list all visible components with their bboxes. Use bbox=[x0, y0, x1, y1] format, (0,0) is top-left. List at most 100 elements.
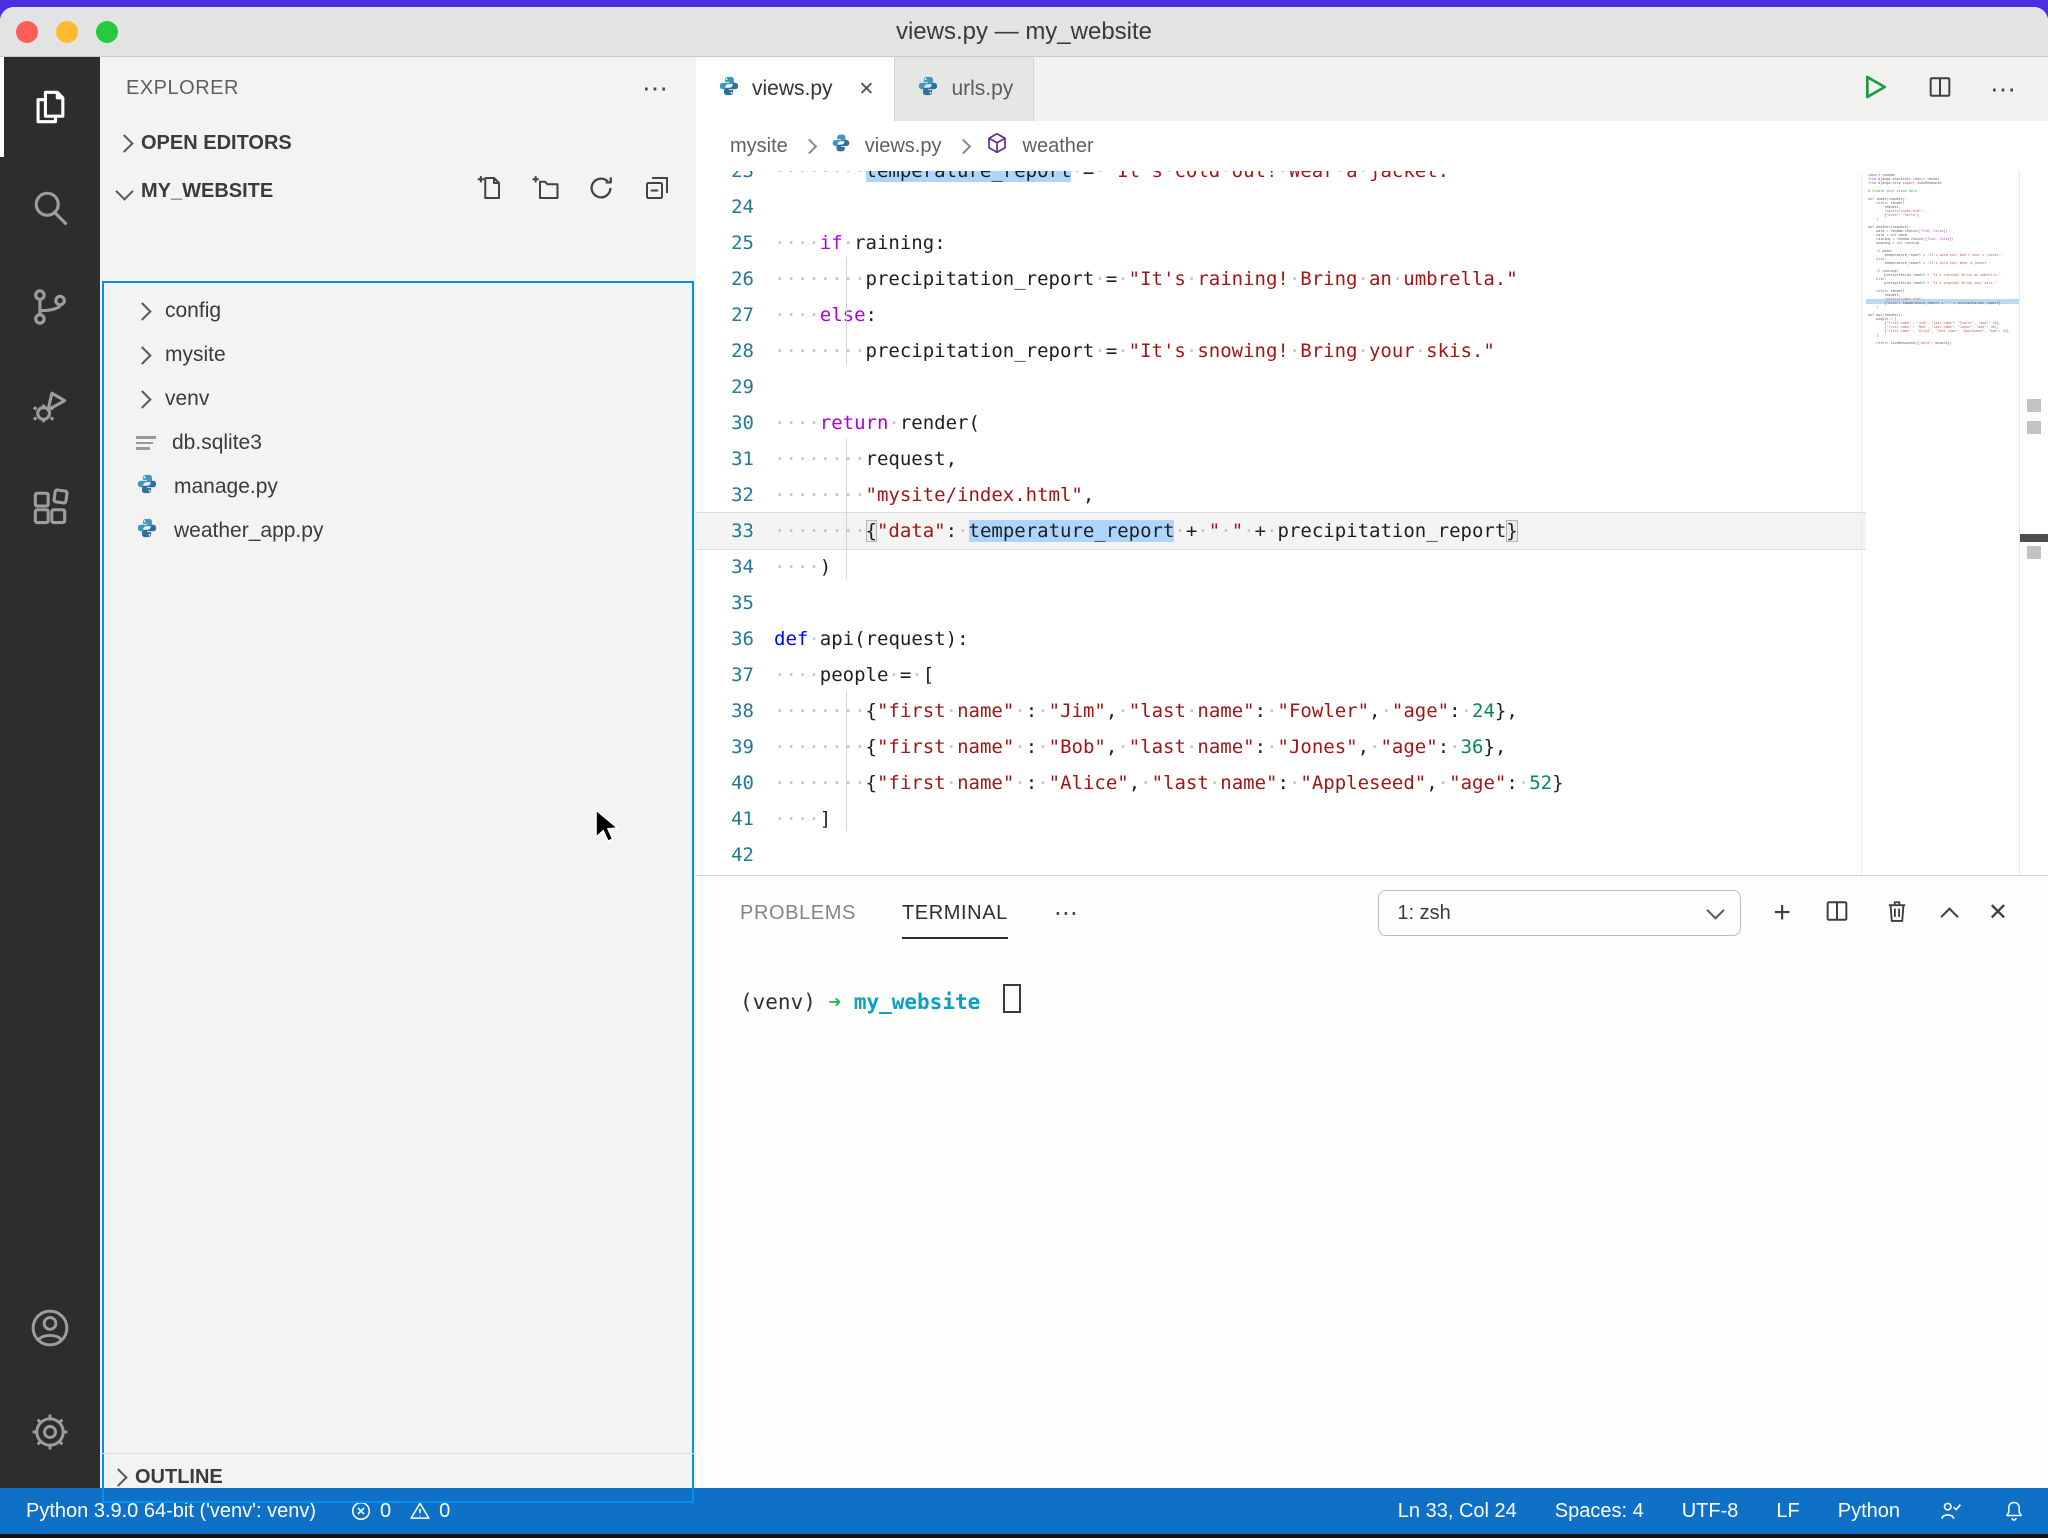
encoding-status[interactable]: UTF-8 bbox=[1682, 1500, 1739, 1523]
activity-extensions-button[interactable] bbox=[0, 457, 100, 557]
code-line-26[interactable]: 26········precipitation_report·=·"It's·r… bbox=[696, 261, 1866, 297]
explorer-more-actions-button[interactable]: ⋯ bbox=[642, 73, 670, 104]
indent-guide bbox=[846, 257, 847, 365]
new-file-button[interactable] bbox=[474, 173, 504, 209]
code-line-29[interactable]: 29 bbox=[696, 369, 1866, 405]
code-line-36[interactable]: 36def·api(request): bbox=[696, 621, 1866, 657]
chevron-down-icon bbox=[115, 182, 133, 200]
chevron-right-icon bbox=[133, 346, 151, 364]
file-icon bbox=[136, 436, 156, 450]
maximize-panel-button[interactable] bbox=[1940, 907, 1958, 925]
minimap[interactable]: import randomfrom django.shortcuts impor… bbox=[1861, 173, 2014, 875]
terminal-output[interactable]: (venv) ➜ my_website bbox=[696, 950, 2048, 1017]
tree-item-config[interactable]: config bbox=[104, 289, 692, 333]
code-line-23[interactable]: 23········temperature_report·=·"It's·col… bbox=[696, 171, 1866, 189]
tree-item-db-sqlite3[interactable]: db.sqlite3 bbox=[104, 421, 692, 465]
tab-label: views.py bbox=[752, 77, 833, 101]
code-lines: 23········temperature_report·=·"It's·col… bbox=[696, 171, 1866, 875]
activity-explorer-button[interactable] bbox=[0, 57, 100, 157]
breadcrumb-item-weather[interactable]: weather bbox=[1023, 135, 1094, 158]
account-icon bbox=[28, 1306, 72, 1350]
code-line-24[interactable]: 24 bbox=[696, 189, 1866, 225]
breadcrumb: mysite views.py weather bbox=[696, 121, 2048, 171]
code-line-37[interactable]: 37····people·=·[ bbox=[696, 657, 1866, 693]
explorer-sidebar: EXPLORER ⋯ OPEN EDITORS MY_WEBSITE bbox=[100, 57, 696, 1488]
code-line-30[interactable]: 30····return·render( bbox=[696, 405, 1866, 441]
tab-urls-py[interactable]: urls.py bbox=[895, 57, 1034, 121]
overview-ruler[interactable] bbox=[2019, 171, 2048, 875]
close-panel-button[interactable]: ✕ bbox=[1988, 898, 2008, 928]
code-line-42[interactable]: 42 bbox=[696, 837, 1866, 873]
account-button[interactable] bbox=[0, 1298, 100, 1358]
run-file-button[interactable] bbox=[1858, 71, 1890, 108]
editor-more-actions-button[interactable]: ⋯ bbox=[1990, 74, 2018, 105]
overview-mark bbox=[2027, 399, 2041, 412]
code-line-34[interactable]: 34····) bbox=[696, 549, 1866, 585]
panel-tab-terminal[interactable]: TERMINAL bbox=[902, 902, 1008, 925]
sidebar-title: EXPLORER bbox=[126, 77, 239, 100]
indent-guide bbox=[846, 691, 847, 831]
collapse-all-button[interactable] bbox=[642, 173, 672, 209]
files-icon bbox=[28, 85, 72, 129]
close-window-button[interactable] bbox=[16, 21, 38, 43]
activity-bar bbox=[0, 57, 100, 1488]
code-line-43[interactable]: 43····return·JsonResponse({"data":·peopl… bbox=[696, 873, 1866, 875]
cursor-position-status[interactable]: Ln 33, Col 24 bbox=[1398, 1500, 1517, 1523]
zoom-window-button[interactable] bbox=[96, 21, 118, 43]
mouse-cursor bbox=[594, 810, 624, 844]
code-line-38[interactable]: 38········{"first·name"·:·"Jim",·"last·n… bbox=[696, 693, 1866, 729]
code-line-41[interactable]: 41····] bbox=[696, 801, 1866, 837]
chevron-right-icon bbox=[802, 138, 818, 154]
tab-views-py[interactable]: views.py ✕ bbox=[696, 57, 895, 121]
code-line-27[interactable]: 27····else: bbox=[696, 297, 1866, 333]
outline-label: OUTLINE bbox=[135, 1466, 223, 1489]
split-terminal-button[interactable] bbox=[1823, 897, 1851, 930]
code-line-31[interactable]: 31········request, bbox=[696, 441, 1866, 477]
open-editors-section[interactable]: OPEN EDITORS bbox=[100, 119, 696, 167]
eol-status[interactable]: LF bbox=[1776, 1500, 1799, 1523]
vscode-window: views.py — my_website bbox=[0, 7, 2048, 1534]
code-line-35[interactable]: 35 bbox=[696, 585, 1866, 621]
code-line-32[interactable]: 32········"mysite/index.html", bbox=[696, 477, 1866, 513]
gear-icon bbox=[28, 1410, 72, 1454]
symbol-cube-icon bbox=[985, 131, 1009, 161]
minimize-window-button[interactable] bbox=[56, 21, 78, 43]
tree-item-weather-app-py[interactable]: weather_app.py bbox=[104, 509, 692, 553]
code-line-40[interactable]: 40········{"first·name"·:·"Alice",·"last… bbox=[696, 765, 1866, 801]
indentation-status[interactable]: Spaces: 4 bbox=[1555, 1500, 1644, 1523]
tree-item-manage-py[interactable]: manage.py bbox=[104, 465, 692, 509]
extensions-icon bbox=[28, 485, 72, 529]
panel-more-tabs-button[interactable]: ⋯ bbox=[1054, 899, 1080, 928]
feedback-icon[interactable] bbox=[1938, 1498, 1964, 1524]
run-debug-icon bbox=[28, 385, 72, 429]
settings-button[interactable] bbox=[0, 1402, 100, 1462]
tree-item-mysite[interactable]: mysite bbox=[104, 333, 692, 377]
code-line-33[interactable]: 33········{"data":·temperature_report·+·… bbox=[696, 513, 1866, 549]
close-tab-icon[interactable]: ✕ bbox=[859, 78, 875, 101]
panel-tab-problems[interactable]: PROBLEMS bbox=[740, 902, 856, 925]
code-line-28[interactable]: 28········precipitation_report·=·"It's·s… bbox=[696, 333, 1866, 369]
refresh-button[interactable] bbox=[586, 173, 616, 209]
activity-run-debug-button[interactable] bbox=[0, 357, 100, 457]
breadcrumb-item-views-py[interactable]: views.py bbox=[865, 135, 942, 158]
workspace-section[interactable]: MY_WEBSITE bbox=[100, 167, 696, 215]
terminal-prompt-arrow: ➜ bbox=[829, 990, 854, 1014]
outline-section[interactable]: OUTLINE bbox=[100, 1453, 696, 1500]
bell-icon[interactable] bbox=[2002, 1499, 2026, 1523]
language-mode-status[interactable]: Python bbox=[1838, 1500, 1900, 1523]
new-folder-button[interactable] bbox=[530, 173, 560, 209]
new-terminal-button[interactable]: + bbox=[1773, 898, 1791, 928]
tree-item-venv[interactable]: venv bbox=[104, 377, 692, 421]
breadcrumb-item-mysite[interactable]: mysite bbox=[730, 135, 788, 158]
kill-terminal-button[interactable] bbox=[1883, 897, 1911, 930]
terminal-venv-prefix: (venv) bbox=[740, 990, 816, 1014]
split-editor-button[interactable] bbox=[1926, 73, 1954, 106]
activity-search-button[interactable] bbox=[0, 157, 100, 257]
tab-bar-empty-space bbox=[1034, 57, 1858, 121]
code-editor[interactable]: 23········temperature_report·=·"It's·col… bbox=[696, 171, 2048, 875]
code-line-39[interactable]: 39········{"first·name"·:·"Bob",·"last·n… bbox=[696, 729, 1866, 765]
window-title: views.py — my_website bbox=[896, 18, 1152, 46]
code-line-25[interactable]: 25····if·raining: bbox=[696, 225, 1866, 261]
terminal-shell-select[interactable]: 1: zsh bbox=[1378, 890, 1741, 936]
activity-source-control-button[interactable] bbox=[0, 257, 100, 357]
